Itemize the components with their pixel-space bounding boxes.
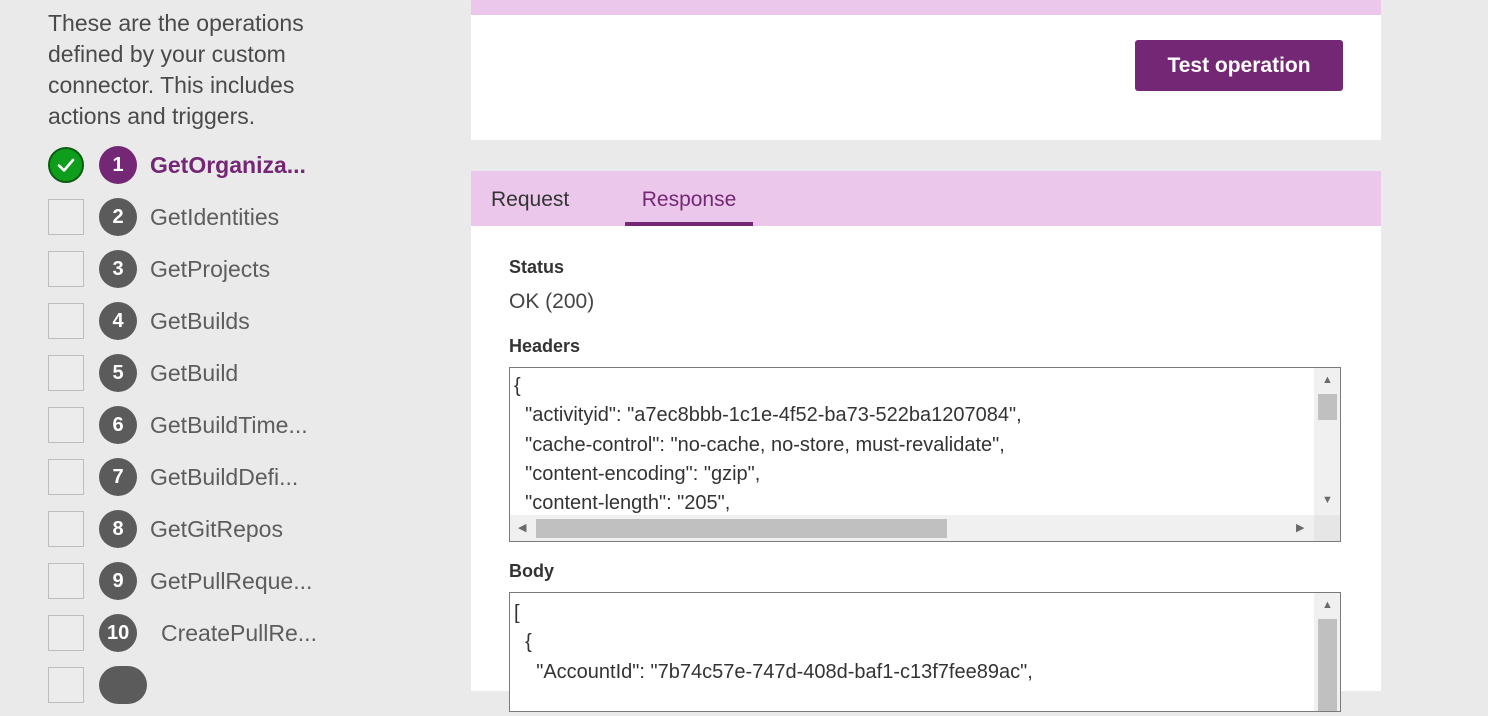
checkbox	[48, 199, 84, 235]
operation-item[interactable]: 10 CreatePullRe...	[48, 612, 448, 664]
operation-name[interactable]: CreatePullRe...	[161, 612, 317, 654]
operation-name[interactable]: GetGitRepos	[150, 508, 283, 550]
test-card: Test operation	[471, 0, 1381, 140]
checkbox	[48, 615, 84, 651]
scroll-down-icon[interactable]: ▼	[1322, 494, 1333, 506]
checkbox	[48, 303, 84, 339]
checkbox	[48, 459, 84, 495]
operation-name[interactable]: GetBuildDefi...	[150, 456, 298, 498]
scrollbar-corner	[1314, 515, 1340, 541]
scroll-thumb[interactable]	[1318, 394, 1337, 420]
status-value: OK (200)	[509, 290, 595, 313]
operation-item[interactable]: 6 GetBuildTime...	[48, 404, 448, 456]
checkbox	[48, 667, 84, 703]
operation-name[interactable]: GetPullReque...	[150, 560, 312, 602]
operation-item[interactable]: 3 GetProjects	[48, 248, 448, 300]
operation-number: 7	[99, 458, 137, 496]
headers-vertical-scrollbar[interactable]: ▲ ▼	[1314, 368, 1340, 515]
operation-name[interactable]: GetIdentities	[150, 196, 279, 238]
operation-number: 8	[99, 510, 137, 548]
scroll-up-icon[interactable]: ▲	[1322, 374, 1333, 386]
operation-item[interactable]: 5 GetBuild	[48, 352, 448, 404]
checkbox	[48, 563, 84, 599]
operation-number: 5	[99, 354, 137, 392]
checkbox	[48, 355, 84, 391]
operations-intro: These are the operations defined by your…	[48, 10, 304, 129]
test-operation-button[interactable]: Test operation	[1135, 40, 1343, 91]
status-label: Status	[509, 257, 565, 277]
scroll-right-icon[interactable]: ▶	[1296, 522, 1304, 534]
operation-name[interactable]: GetBuild	[150, 352, 238, 394]
operation-name[interactable]: GetBuilds	[150, 300, 250, 342]
operation-number: 6	[99, 406, 137, 444]
headers-label: Headers	[509, 336, 581, 356]
body-textbox[interactable]: [ { "AccountId": "7b74c57e-747d-408d-baf…	[509, 592, 1341, 712]
tab-bar: Request Response	[471, 171, 1381, 226]
operation-number: 2	[99, 198, 137, 236]
headers-textbox[interactable]: { "activityid": "a7ec8bbb-1c1e-4f52-ba73…	[509, 367, 1341, 542]
operation-number: 4	[99, 302, 137, 340]
operation-item[interactable]: 2 GetIdentities	[48, 196, 448, 248]
operation-name[interactable]: GetBuildTime...	[150, 404, 308, 446]
operation-number: 9	[99, 562, 137, 600]
scroll-left-icon[interactable]: ◀	[518, 522, 526, 534]
operation-item[interactable]: 8 GetGitRepos	[48, 508, 448, 560]
card-header-band	[471, 0, 1381, 15]
checkbox	[48, 251, 84, 287]
operations-panel: These are the operations defined by your…	[0, 0, 440, 704]
operation-item[interactable]: 4 GetBuilds	[48, 300, 448, 352]
operation-number	[99, 666, 147, 704]
checkbox	[48, 407, 84, 443]
operation-number: 3	[99, 250, 137, 288]
response-card: Request Response Status OK (200) Headers…	[471, 171, 1381, 712]
operation-item-partial[interactable]	[48, 664, 448, 716]
operation-number: 1	[99, 146, 137, 184]
body-label: Body	[509, 561, 554, 581]
operation-name[interactable]: GetProjects	[150, 248, 270, 290]
body-vertical-scrollbar[interactable]: ▲	[1314, 593, 1340, 711]
headers-content: { "activityid": "a7ec8bbb-1c1e-4f52-ba73…	[514, 375, 1022, 515]
tab-request[interactable]: Request	[491, 171, 569, 226]
tab-response[interactable]: Response	[625, 171, 753, 226]
checkbox	[48, 511, 84, 547]
scroll-thumb[interactable]	[536, 519, 947, 538]
operations-list: 1 GetOrganiza... 2 GetIdentities 3 GetPr…	[48, 144, 448, 716]
operation-item[interactable]: 9 GetPullReque...	[48, 560, 448, 612]
scroll-thumb[interactable]	[1318, 619, 1337, 711]
body-content: [ { "AccountId": "7b74c57e-747d-408d-baf…	[514, 602, 1033, 683]
operation-item[interactable]: 1 GetOrganiza...	[48, 144, 448, 196]
operation-number: 10	[99, 614, 138, 652]
headers-horizontal-scrollbar[interactable]: ◀ ▶	[510, 515, 1316, 541]
check-icon	[48, 147, 84, 183]
scroll-up-icon[interactable]: ▲	[1322, 599, 1333, 611]
operation-name[interactable]: GetOrganiza...	[150, 144, 306, 186]
operation-item[interactable]: 7 GetBuildDefi...	[48, 456, 448, 508]
